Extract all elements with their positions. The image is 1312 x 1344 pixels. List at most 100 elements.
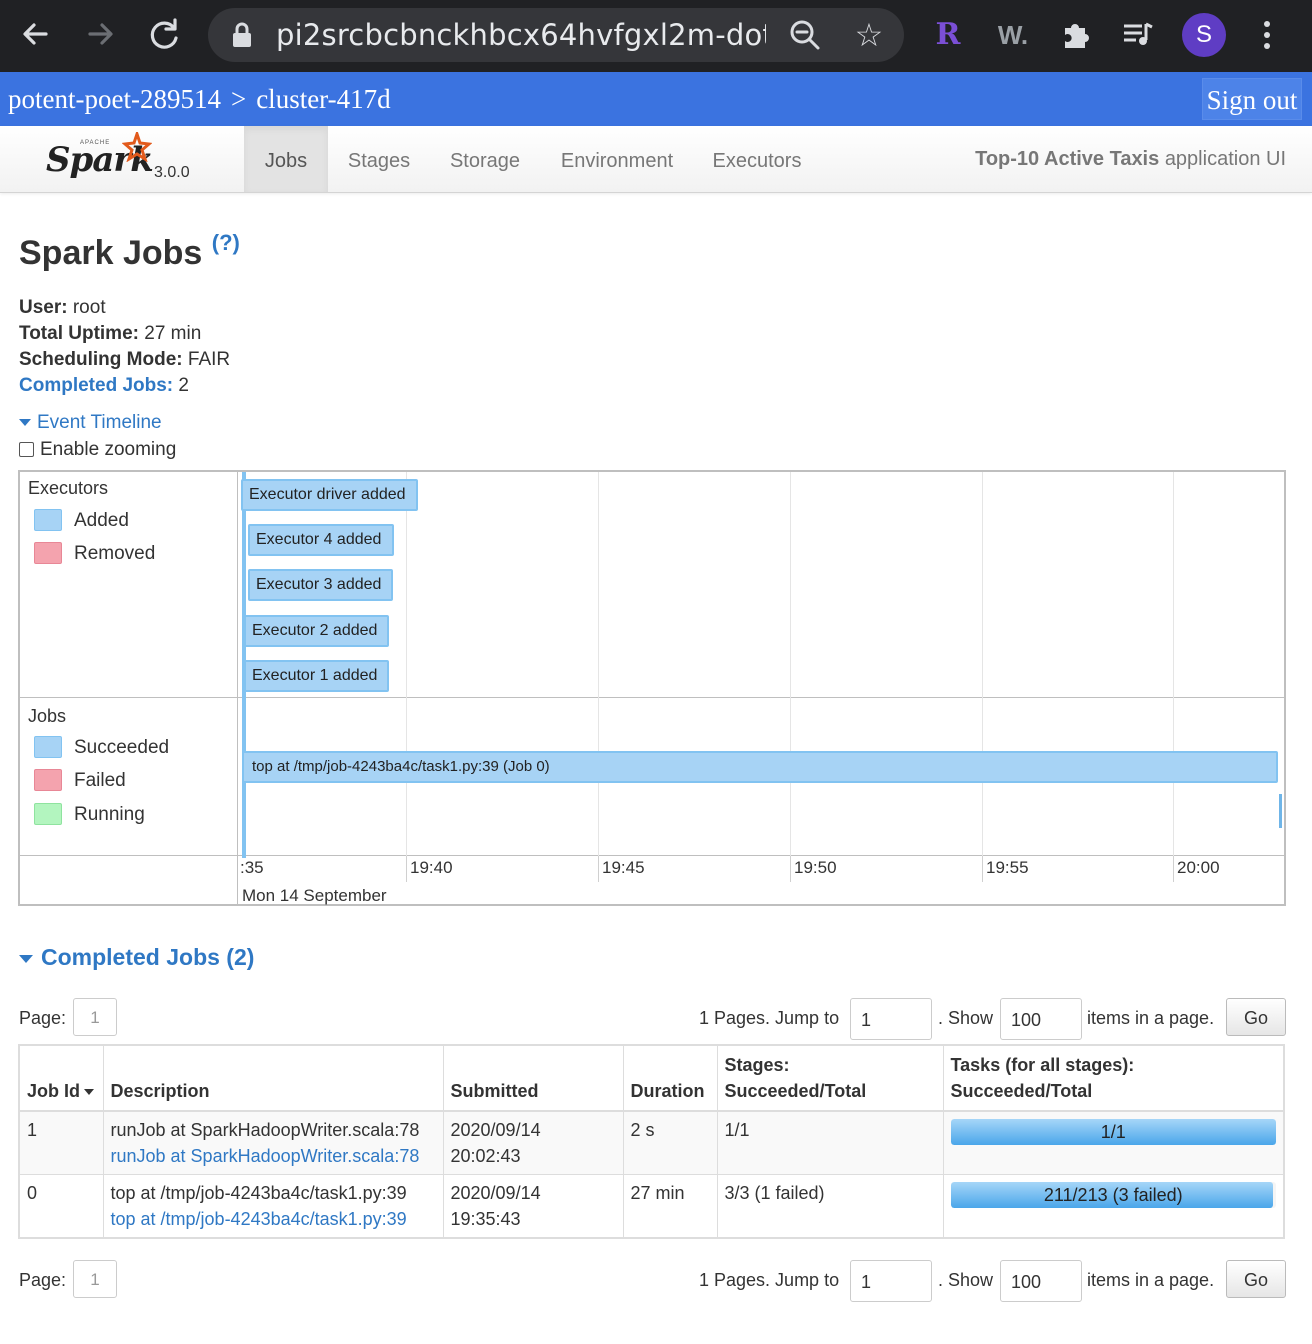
page-number-button[interactable]: 1 [73,1260,117,1298]
running-swatch [34,803,62,825]
spark-version: 3.0.0 [154,164,190,181]
tasks-cell: 1/1 [942,1110,1285,1175]
failed-swatch [34,769,62,791]
gridline [790,472,791,882]
breadcrumb-cluster[interactable]: cluster-417d [256,84,390,114]
address-bar[interactable]: pi2srcbcbnckhbcx64hvfgxl2m-dot... ☆ [208,8,904,62]
header-description[interactable]: Description [102,1044,444,1112]
submitted-date: 2020/09/14 [450,1120,541,1140]
submitted-cell: 2020/09/14 19:35:43 [442,1174,624,1239]
axis-tick-label: 19:40 [410,858,453,877]
description-text: runJob at SparkHadoopWriter.scala:78 [110,1120,420,1140]
event-timeline-toggle[interactable]: Event Timeline [19,412,162,434]
legend-failed: Failed [34,769,126,792]
succeeded-swatch [34,736,62,758]
extension-w-icon[interactable]: W. [990,14,1036,56]
more-menu-icon[interactable] [1252,14,1282,56]
jump-to-page-input[interactable]: 1 [850,998,932,1040]
submitted-time: 19:35:43 [450,1209,521,1229]
jump-label: 1 Pages. Jump to [699,1270,840,1290]
extension-r-icon[interactable]: R [930,14,966,56]
timeline-axis-line [20,855,1284,856]
tab-executors[interactable]: Executors [700,126,814,192]
url-text: pi2srcbcbnckhbcx64hvfgxl2m-dot... [276,18,766,52]
duration-cell: 2 s [622,1110,718,1175]
tab-stages[interactable]: Stages [336,126,422,192]
enable-zooming-row: Enable zooming [19,439,176,461]
media-queue-icon[interactable] [1118,14,1158,56]
zoom-icon[interactable] [788,18,822,52]
pagination-top: Page: 1 1 Pages. Jump to 1 . Show 100 it… [0,998,1312,1042]
spark-logo[interactable]: APACHE Spark 3.0.0 [44,132,204,188]
axis-date-label: Mon 14 September [242,886,387,905]
uptime-label: Total Uptime: [19,323,139,344]
completed-jobs-table: Job Id Description Submitted Duration St… [18,1044,1285,1239]
executor-event[interactable]: Executor driver added [241,479,418,511]
forward-icon[interactable] [80,14,120,54]
user-value: root [72,297,106,318]
page-title: Spark Jobs (?) [19,230,240,273]
bookmark-star-icon[interactable]: ☆ [852,18,886,52]
reload-icon[interactable] [144,14,184,54]
description-cell: runJob at SparkHadoopWriter.scala:78 run… [102,1110,444,1175]
axis-tick [982,856,983,882]
timeline-end-marker [1279,794,1282,828]
enable-zooming-checkbox[interactable] [19,442,34,457]
legend-added: Added [34,509,129,532]
legend-running-label: Running [74,804,145,825]
executor-event[interactable]: Executor 2 added [244,615,389,647]
gridline [406,472,407,882]
enable-zooming-label: Enable zooming [40,439,177,460]
page-size-input[interactable]: 100 [1000,1260,1082,1302]
go-button[interactable]: Go [1226,998,1286,1036]
pagination-bottom: Page: 1 1 Pages. Jump to 1 . Show 100 it… [0,1260,1312,1304]
profile-avatar[interactable]: S [1182,13,1226,57]
help-link[interactable]: (?) [212,230,240,255]
uptime-value: 27 min [144,323,202,344]
jump-to-page-input[interactable]: 1 [850,1260,932,1302]
page-number-button[interactable]: 1 [73,998,117,1036]
tab-environment[interactable]: Environment [550,126,684,192]
user-label: User: [19,297,68,318]
page-label: Page: [19,1270,67,1290]
job-event[interactable]: top at /tmp/job-4243ba4c/task1.py:39 (Jo… [242,751,1278,783]
proxy-header: potent-poet-289514 > cluster-417d Sign out [0,72,1312,126]
gridline [982,472,983,882]
executor-event[interactable]: Executor 3 added [248,569,393,601]
puzzle-extensions-icon[interactable] [1056,14,1096,56]
breadcrumb-project[interactable]: potent-poet-289514 [8,84,221,114]
event-timeline-label: Event Timeline [37,412,162,433]
tab-storage[interactable]: Storage [438,126,532,192]
header-job-id[interactable]: Job Id [18,1044,104,1112]
jump-label: 1 Pages. Jump to [699,1008,840,1028]
completed-jobs-toggle[interactable]: Completed Jobs (2) [19,944,254,971]
sign-out-button[interactable]: Sign out [1202,78,1302,120]
show-label: . Show [938,1008,994,1028]
browser-toolbar: pi2srcbcbnckhbcx64hvfgxl2m-dot... ☆ R W.… [0,0,1312,72]
executor-event[interactable]: Executor 4 added [248,524,394,556]
job-description-link[interactable]: runJob at SparkHadoopWriter.scala:78 [111,1143,436,1169]
event-timeline[interactable]: Executors Added Removed Jobs Succeeded F… [18,470,1286,906]
executors-group-label: Executors [28,478,109,498]
page-size-input[interactable]: 100 [1000,998,1082,1040]
back-icon[interactable] [16,14,56,54]
completed-jobs-count: 2 [178,375,189,396]
axis-tick-label: :35 [240,858,264,877]
app-name-suffix: application UI [1164,148,1286,170]
executor-event[interactable]: Executor 1 added [244,660,389,692]
legend-succeeded-label: Succeeded [74,737,170,758]
header-stages[interactable]: Stages: Succeeded/Total [716,1044,944,1112]
completed-jobs-title: Completed Jobs (2) [41,944,255,970]
breadcrumb-separator: > [230,84,247,114]
job-description-link[interactable]: top at /tmp/job-4243ba4c/task1.py:39 [111,1206,436,1232]
go-button[interactable]: Go [1226,1260,1286,1298]
timeline-divider [20,697,1284,698]
completed-jobs-link[interactable]: Completed Jobs: [19,375,173,396]
scheduling-value: FAIR [187,349,231,370]
tab-jobs[interactable]: Jobs [244,126,328,192]
table-row: 1 runJob at SparkHadoopWriter.scala:78 r… [18,1110,1285,1175]
header-duration[interactable]: Duration [622,1044,718,1112]
header-submitted[interactable]: Submitted [442,1044,624,1112]
show-label: . Show [938,1270,994,1290]
legend-succeeded: Succeeded [34,736,169,759]
